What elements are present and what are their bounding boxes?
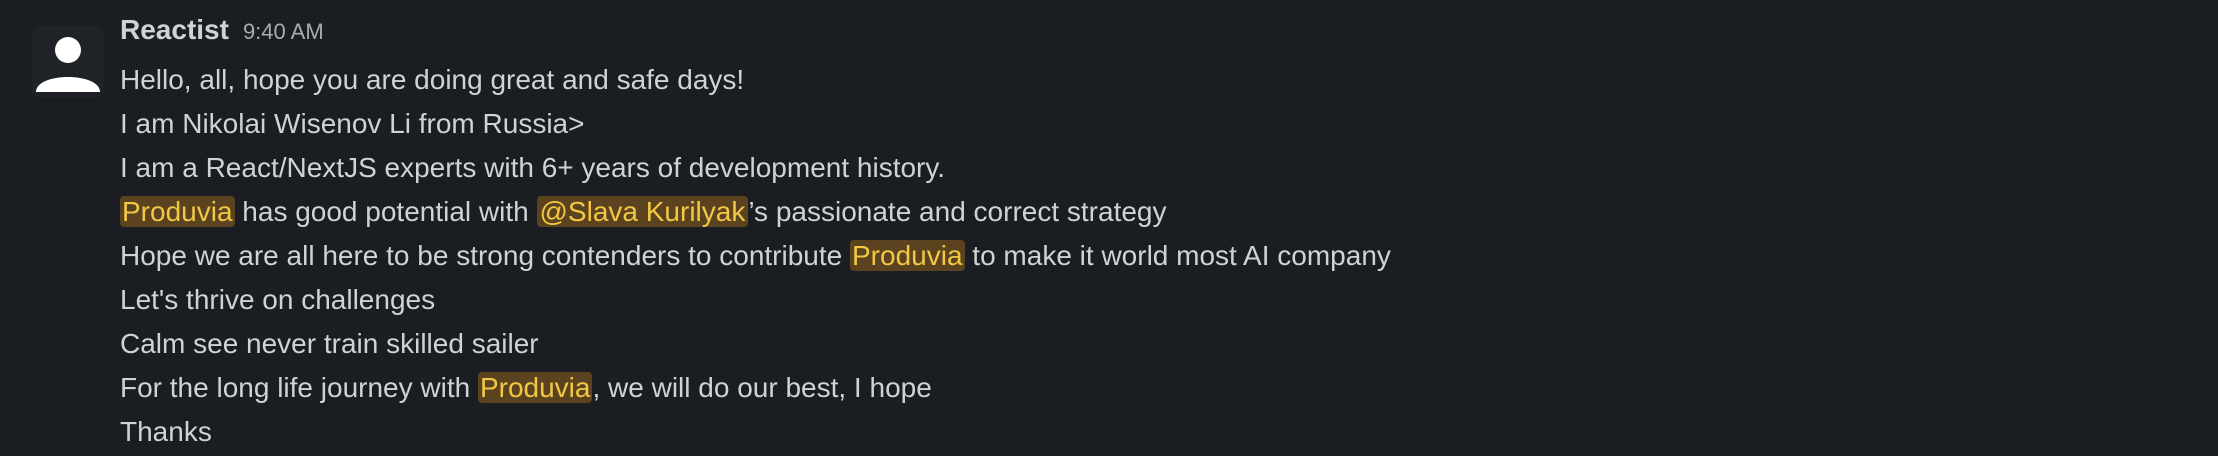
keyword-highlight: Produvia	[120, 196, 235, 227]
line-text: I am a React/NextJS experts with 6+ year…	[120, 152, 946, 183]
message-line-9: Thanks	[120, 410, 2178, 454]
line-text: Calm see never train skilled sailer	[120, 328, 539, 359]
line-text: has good potential with	[234, 196, 537, 227]
line-text: to make it world most AI company	[964, 240, 1391, 271]
line-text: For the long life journey with	[120, 372, 478, 403]
message-line-4: Produvia has good potential with @Slava …	[120, 190, 2178, 234]
line-text: Thanks	[120, 416, 212, 447]
user-mention[interactable]: @Slava Kurilyak	[536, 196, 749, 227]
message-line-5: Hope we are all here to be strong conten…	[120, 234, 2178, 278]
keyword-highlight: Produvia	[850, 240, 965, 271]
message-line-3: I am a React/NextJS experts with 6+ year…	[120, 146, 2178, 190]
user-silhouette-icon	[36, 37, 100, 92]
message-header: Reactist 9:40 AM	[120, 14, 2178, 58]
message-timestamp[interactable]: 9:40 AM	[243, 19, 324, 45]
message-line-6: Let's thrive on challenges	[120, 278, 2178, 322]
sender-name[interactable]: Reactist	[120, 14, 229, 46]
chat-message: Reactist 9:40 AM Hello, all, hope you ar…	[0, 0, 2218, 456]
message-line-2: I am Nikolai Wisenov Li from Russia>	[120, 102, 2178, 146]
line-text: Hello, all, hope you are doing great and…	[120, 64, 745, 95]
message-line-7: Calm see never train skilled sailer	[120, 322, 2178, 366]
line-text: Hope we are all here to be strong conten…	[120, 240, 850, 271]
message-line-1: Hello, all, hope you are doing great and…	[120, 58, 2178, 102]
line-text: I am Nikolai Wisenov Li from Russia>	[120, 108, 585, 139]
message-line-8: For the long life journey with Produvia,…	[120, 366, 2178, 410]
keyword-highlight: Produvia	[477, 372, 593, 403]
message-content: Reactist 9:40 AM Hello, all, hope you ar…	[120, 14, 2178, 454]
avatar[interactable]	[32, 26, 104, 98]
line-text: Let's thrive on challenges	[120, 284, 436, 315]
line-text: ’s passionate and correct strategy	[748, 196, 1167, 227]
line-text: , we will do our best, I hope	[592, 372, 932, 403]
